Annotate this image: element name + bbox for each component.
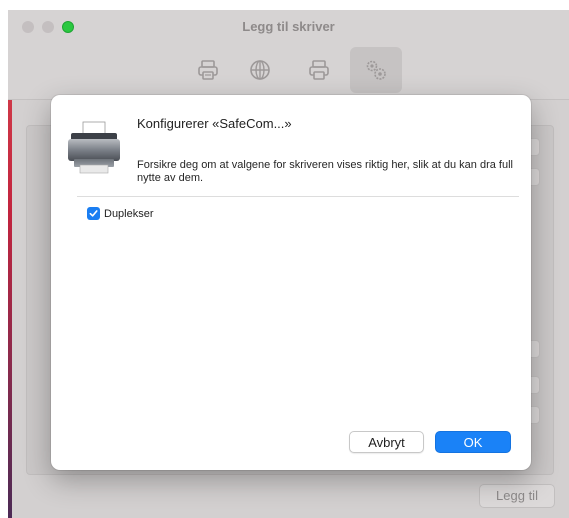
toolbar-windows-button[interactable]	[293, 47, 345, 93]
window-title: Legg til skriver	[242, 19, 335, 34]
toolbar-default-button[interactable]	[182, 47, 234, 93]
configure-printer-sheet: Konfigurerer «SafeCom...» Forsikre deg o…	[51, 95, 531, 470]
windows-printer-icon	[309, 60, 329, 80]
add-printer-button[interactable]: Legg til	[479, 484, 555, 508]
duplekser-checkbox[interactable]	[87, 207, 100, 220]
toolbar-advanced-button[interactable]	[350, 47, 402, 93]
screen: Legg til skriver Legg til Konfigurerer «…	[0, 0, 569, 518]
checkmark-icon	[89, 210, 98, 217]
printer-icon	[68, 121, 120, 174]
globe-icon	[250, 60, 270, 80]
sheet-description: Forsikre deg om at valgene for skriveren…	[137, 159, 513, 184]
ok-button[interactable]: OK	[435, 431, 511, 453]
default-printer-icon	[198, 60, 218, 80]
sheet-title: Konfigurerer «SafeCom...»	[137, 116, 292, 131]
duplekser-label: Duplekser	[104, 207, 154, 220]
toolbar-ip-button[interactable]	[234, 47, 286, 93]
divider	[77, 196, 519, 197]
window-titlebar: Legg til skriver	[8, 10, 569, 100]
cancel-button[interactable]: Avbryt	[349, 431, 424, 453]
advanced-gears-icon	[366, 60, 386, 80]
option-duplekser[interactable]: Duplekser	[87, 207, 154, 220]
